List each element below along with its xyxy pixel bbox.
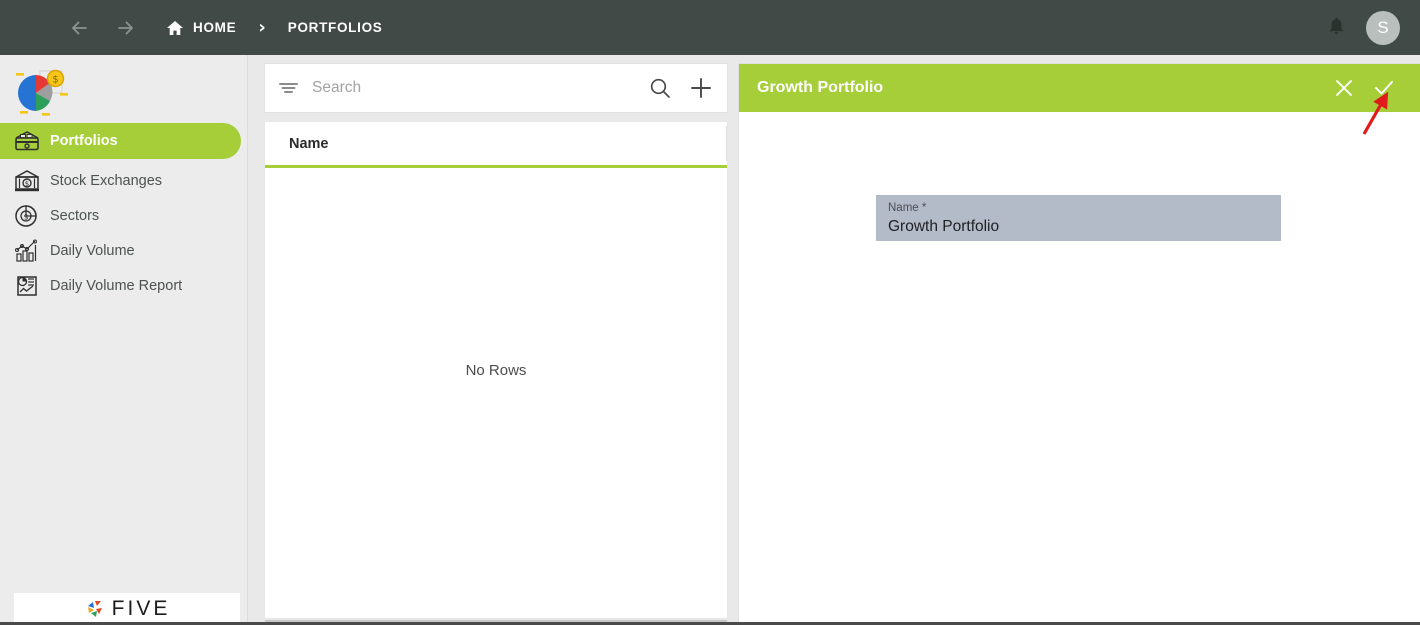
search-icon[interactable] bbox=[649, 77, 671, 99]
five-brand-logo: FIVE bbox=[14, 593, 240, 625]
detail-panel-title: Growth Portfolio bbox=[757, 79, 884, 96]
bar-chart-icon bbox=[14, 239, 44, 263]
app-root: HOME › PORTFOLIOS S $ Portfolios $ Stock… bbox=[0, 0, 1420, 625]
sidebar: $ Portfolios $ Stock Exchanges $ Sectors… bbox=[0, 55, 248, 625]
pie-chart-dollar-glyph: $ bbox=[15, 204, 37, 227]
search-bar bbox=[264, 63, 728, 113]
search-glyph bbox=[650, 78, 670, 98]
sidebar-item-label: Portfolios bbox=[50, 133, 118, 149]
check-glyph bbox=[1375, 81, 1393, 95]
avatar-initial: S bbox=[1377, 17, 1389, 37]
grid-column-header-name[interactable]: Name bbox=[289, 136, 329, 152]
svg-text:$: $ bbox=[25, 180, 29, 188]
filter-glyph bbox=[279, 83, 298, 93]
portfolio-wallet-icon bbox=[14, 129, 44, 153]
plus-glyph bbox=[691, 78, 711, 98]
avatar[interactable]: S bbox=[1366, 10, 1400, 45]
column-divider bbox=[726, 126, 727, 161]
pie-chart-dollar-icon: $ bbox=[14, 204, 44, 228]
breadcrumb: HOME › PORTFOLIOS bbox=[166, 17, 382, 38]
search-input[interactable] bbox=[312, 79, 631, 97]
bar-chart-glyph bbox=[15, 239, 37, 262]
breadcrumb-current-label: PORTFOLIOS bbox=[287, 20, 383, 35]
detail-panel-body: Name * Growth Portfolio bbox=[739, 112, 1420, 624]
data-grid: Name No Rows bbox=[264, 121, 728, 625]
bank-glyph: $ bbox=[15, 169, 39, 191]
five-pinwheel-logo bbox=[87, 601, 102, 617]
svg-text:$: $ bbox=[23, 212, 28, 221]
top-bar-actions: S bbox=[1327, 10, 1400, 45]
arrow-left-icon[interactable] bbox=[68, 17, 94, 39]
document-chart-glyph bbox=[17, 275, 37, 296]
close-glyph bbox=[1336, 80, 1352, 96]
arrow-left-glyph bbox=[72, 21, 87, 34]
arrow-right-icon[interactable] bbox=[114, 17, 140, 39]
sidebar-item-sectors[interactable]: $ Sectors bbox=[0, 198, 247, 233]
svg-text:$: $ bbox=[52, 74, 58, 85]
hamburger-icon[interactable] bbox=[24, 20, 46, 36]
filter-icon[interactable] bbox=[279, 81, 298, 95]
arrow-right-glyph bbox=[118, 21, 133, 34]
sidebar-item-label: Sectors bbox=[50, 207, 100, 224]
breadcrumb-separator: › bbox=[258, 17, 266, 38]
sidebar-item-daily-volume-report[interactable]: Daily Volume Report bbox=[0, 268, 247, 303]
close-icon[interactable] bbox=[1324, 68, 1364, 108]
sidebar-item-label: Daily Volume bbox=[50, 242, 135, 259]
pie-chart-coin-glyph: $ bbox=[16, 69, 68, 116]
sidebar-item-label: Stock Exchanges bbox=[50, 172, 163, 189]
home-glyph bbox=[167, 20, 183, 35]
home-icon[interactable] bbox=[166, 20, 184, 36]
detail-panel-actions bbox=[1324, 68, 1404, 108]
top-bar: HOME › PORTFOLIOS S bbox=[0, 0, 1420, 55]
bell-glyph bbox=[1329, 17, 1344, 35]
document-chart-icon bbox=[14, 274, 44, 298]
detail-panel: Growth Portfolio Name * Growth Portfolio bbox=[738, 63, 1420, 625]
bell-icon[interactable] bbox=[1327, 17, 1346, 38]
check-icon[interactable] bbox=[1364, 68, 1404, 108]
five-brand-text: FIVE bbox=[111, 597, 171, 620]
detail-panel-header: Growth Portfolio bbox=[739, 64, 1420, 112]
portfolio-wallet-glyph bbox=[15, 131, 39, 151]
name-field-label: Name * bbox=[888, 202, 927, 214]
bank-icon: $ bbox=[14, 169, 44, 193]
sidebar-item-label: Daily Volume Report bbox=[50, 277, 183, 294]
plus-icon[interactable] bbox=[689, 76, 713, 100]
sidebar-item-portfolios[interactable]: Portfolios bbox=[0, 123, 241, 159]
grid-body: No Rows bbox=[265, 168, 727, 572]
sidebar-item-daily-volume[interactable]: Daily Volume bbox=[0, 233, 247, 268]
name-field[interactable]: Name * Growth Portfolio bbox=[876, 195, 1281, 241]
pie-chart-coin-logo: $ bbox=[0, 55, 247, 121]
sidebar-nav: Portfolios $ Stock Exchanges $ Sectors D… bbox=[0, 123, 247, 303]
list-panel: Name No Rows bbox=[264, 63, 728, 625]
sidebar-item-stock-exchanges[interactable]: $ Stock Exchanges bbox=[0, 163, 247, 198]
breadcrumb-home-label[interactable]: HOME bbox=[193, 20, 236, 35]
grid-header-row: Name bbox=[265, 122, 727, 168]
name-field-value[interactable]: Growth Portfolio bbox=[888, 216, 1281, 238]
empty-state-message: No Rows bbox=[465, 361, 527, 379]
